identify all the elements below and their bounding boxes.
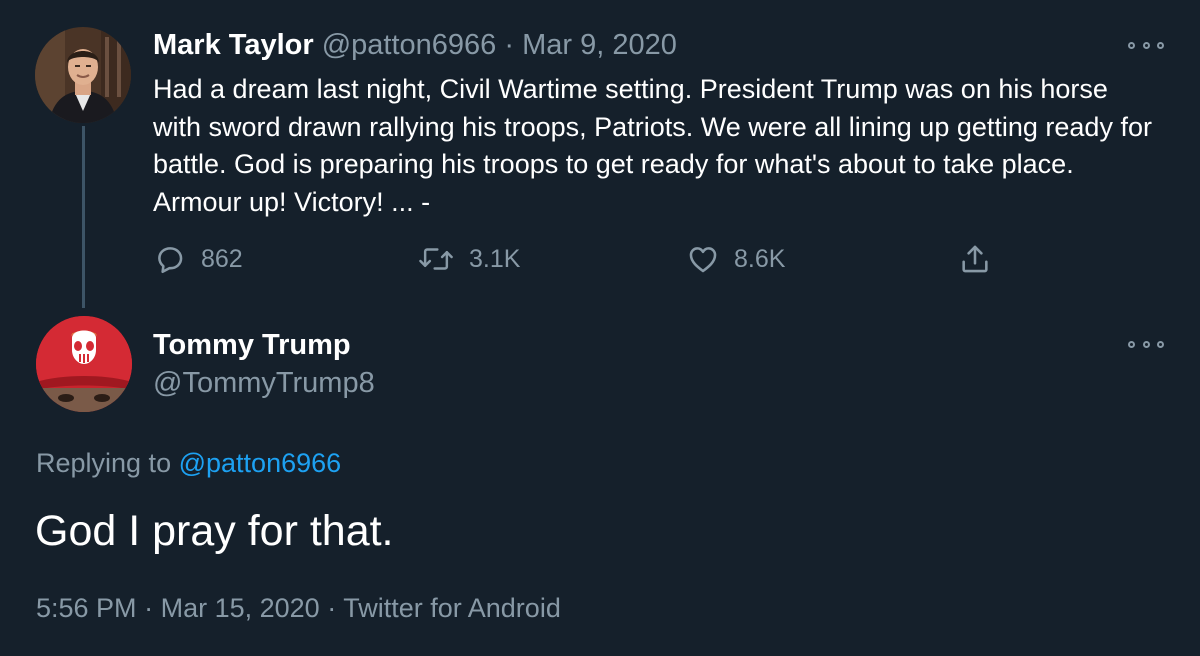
reply-button[interactable]: 862 bbox=[153, 240, 243, 278]
meta-separator: · bbox=[327, 593, 337, 623]
tweet2-body: God I pray for that. bbox=[35, 507, 394, 555]
more-icon[interactable] bbox=[1128, 337, 1164, 351]
retweet-count: 3.1K bbox=[469, 244, 521, 273]
more-icon[interactable] bbox=[1128, 38, 1164, 52]
tweet2-date[interactable]: Mar 15, 2020 bbox=[161, 593, 320, 623]
tweet1-date[interactable]: Mar 9, 2020 bbox=[522, 29, 677, 61]
avatar-tommy-trump[interactable] bbox=[36, 316, 132, 412]
tweet1-action-bar: 862 3.1K 8.6K bbox=[153, 240, 1013, 278]
more-dot bbox=[1142, 41, 1150, 49]
tweet2-handle[interactable]: @TommyTrump8 bbox=[153, 366, 375, 400]
tweet2-source[interactable]: Twitter for Android bbox=[343, 593, 561, 623]
replying-to-prefix: Replying to bbox=[36, 448, 172, 478]
replying-to-mention-link[interactable]: @patton6966 bbox=[179, 448, 342, 478]
avatar-mark-taylor[interactable] bbox=[35, 27, 131, 123]
more-dot bbox=[1157, 340, 1164, 348]
more-dot bbox=[1142, 340, 1150, 348]
more-dot bbox=[1157, 41, 1164, 49]
tweet1-body: Had a dream last night, Civil Wartime se… bbox=[153, 74, 1152, 217]
like-icon bbox=[686, 242, 720, 276]
like-button[interactable]: 8.6K bbox=[686, 240, 785, 278]
thread-connector-line bbox=[82, 126, 85, 308]
reply-count: 862 bbox=[201, 244, 243, 273]
meta-separator: · bbox=[144, 593, 154, 623]
tweet2-metadata: 5:56 PM · Mar 15, 2020 · Twitter for And… bbox=[36, 591, 561, 625]
tweet1-handle[interactable]: @patton6966 bbox=[322, 29, 497, 61]
tweet1-author-name[interactable]: Mark Taylor bbox=[153, 29, 314, 61]
tweet1-header: Mark Taylor @patton6966 · Mar 9, 2020 bbox=[153, 28, 677, 62]
tweet-thread: Mark Taylor @patton6966 · Mar 9, 2020 Ha… bbox=[0, 0, 1200, 656]
like-count: 8.6K bbox=[734, 244, 786, 273]
tweet2-author-name[interactable]: Tommy Trump bbox=[153, 328, 351, 362]
tweet1-separator: · bbox=[504, 29, 515, 61]
share-button[interactable] bbox=[958, 240, 992, 278]
share-icon bbox=[958, 242, 992, 276]
replying-to-line: Replying to @patton6966 bbox=[36, 446, 341, 480]
reply-icon bbox=[153, 242, 187, 276]
more-dot bbox=[1128, 340, 1135, 348]
more-dot bbox=[1128, 41, 1135, 49]
tweet2-time[interactable]: 5:56 PM bbox=[36, 593, 137, 623]
retweet-button[interactable]: 3.1K bbox=[417, 240, 520, 278]
retweet-icon bbox=[417, 242, 455, 276]
